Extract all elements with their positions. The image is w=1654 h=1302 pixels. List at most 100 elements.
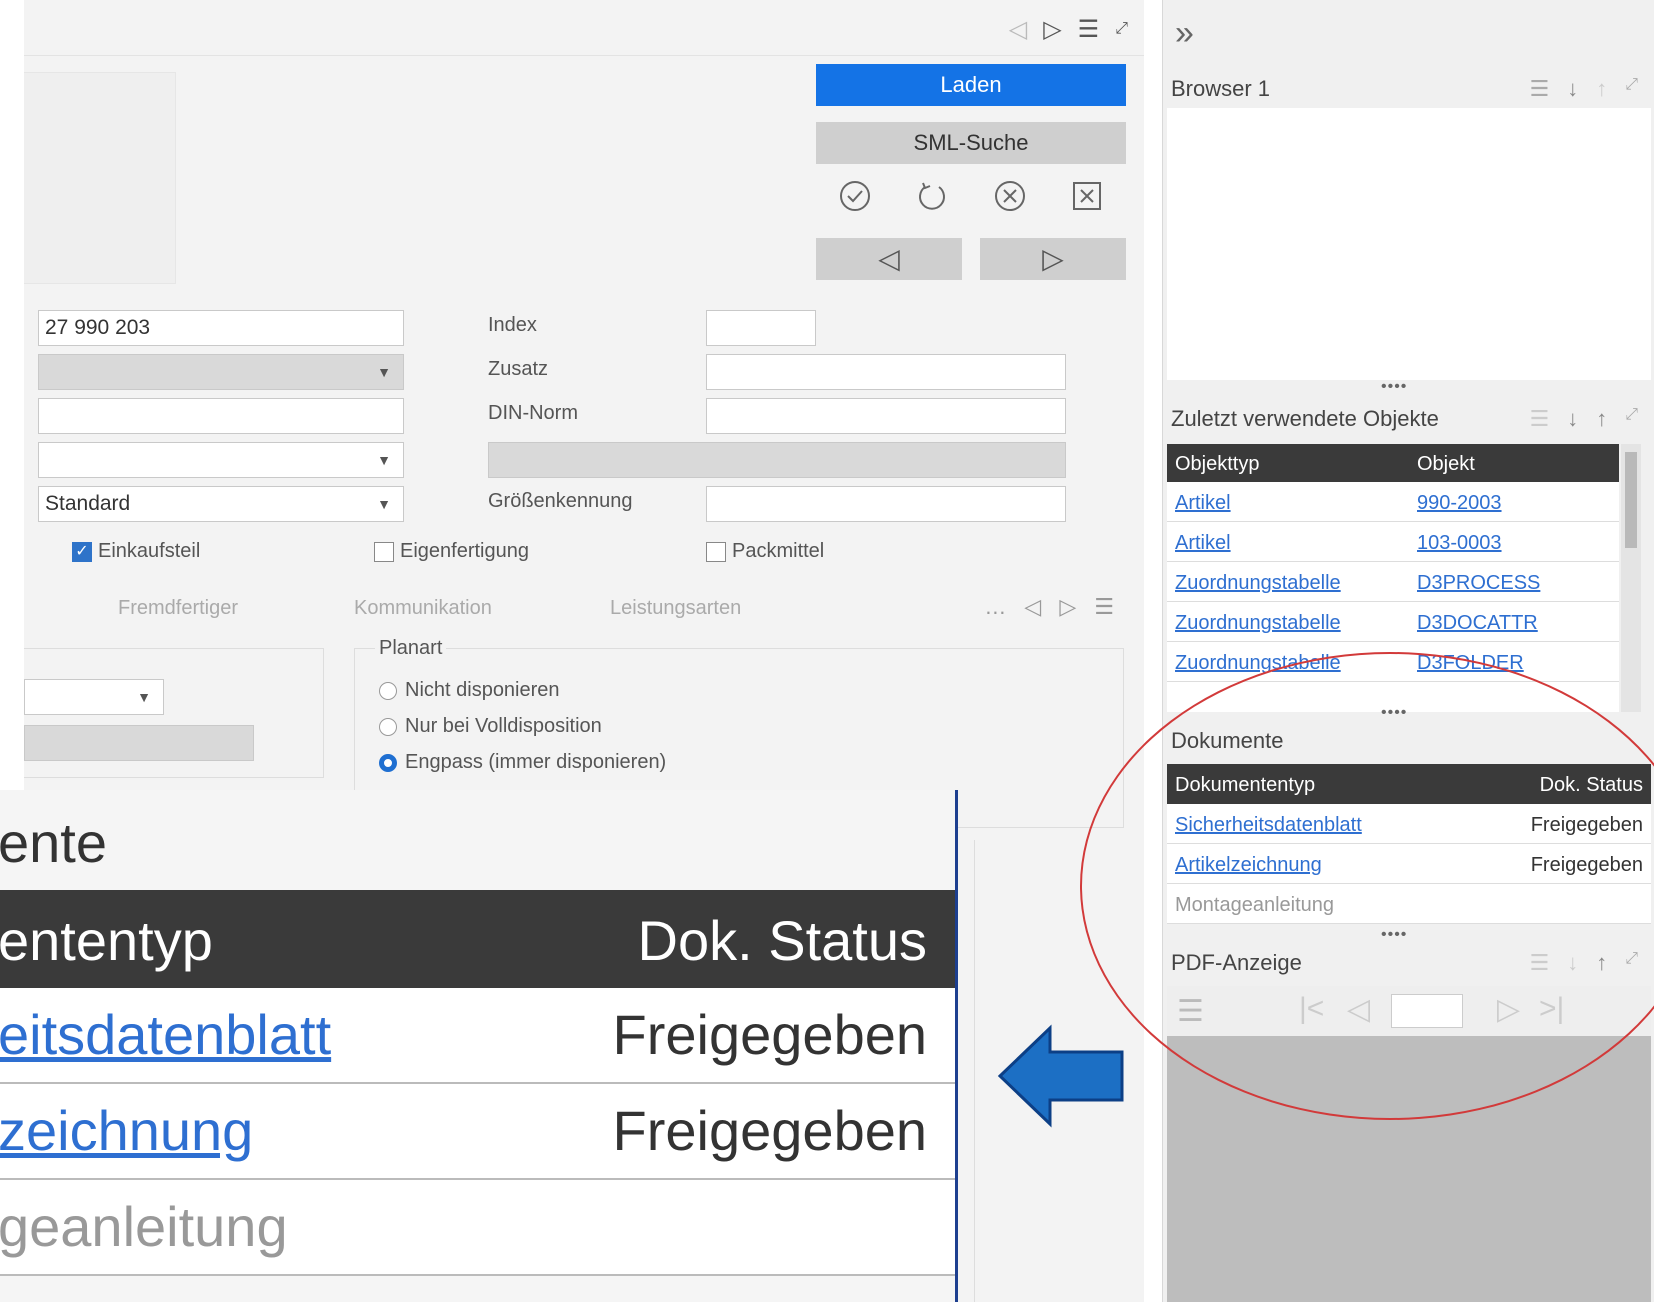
dropdown-caret-icon: ▼ (377, 364, 391, 380)
more-icon[interactable]: … (984, 594, 1006, 620)
zoom-header-row: ententyp Dok. Status (0, 890, 955, 988)
close-icon[interactable] (1070, 179, 1104, 221)
checkbox-unchecked-icon (374, 541, 394, 562)
recent-row-object[interactable]: D3DOCATTR (1417, 612, 1538, 635)
arrow-down-icon[interactable]: ↓ (1567, 76, 1578, 102)
article-number-value: 27 990 203 (45, 316, 151, 339)
previous-record-button[interactable]: ◁ (816, 238, 962, 280)
recent-row-type[interactable]: Artikel (1175, 532, 1231, 555)
radio-nicht-disponieren[interactable]: Nicht disponieren (379, 679, 560, 702)
recent-row-object[interactable]: D3PROCESS (1417, 572, 1540, 595)
packmittel-label: Packmittel (732, 540, 825, 562)
expand-icon[interactable]: ⤢ (1115, 20, 1128, 38)
zoom-row-type: geanleitung (0, 1195, 288, 1258)
tab-menu-icon[interactable]: ☰ (1094, 594, 1114, 620)
radio-label: Nur bei Volldisposition (405, 715, 602, 737)
recent-row-type[interactable]: Artikel (1175, 492, 1231, 515)
din-norm-label: DIN-Norm (488, 402, 578, 424)
confirm-icon[interactable] (838, 179, 872, 221)
column-header-objekttyp[interactable]: Objekttyp (1175, 453, 1259, 476)
zoom-row: eitsdatenblatt Freigegeben (0, 988, 955, 1084)
tab-leistungsarten[interactable]: Leistungsarten (610, 597, 741, 620)
pointer-arrow-icon (997, 1024, 1124, 1128)
menu-icon[interactable]: ☰ (1078, 15, 1100, 44)
main-toolbar-icons: ◁ ▷ ☰ ⤢ (1009, 14, 1128, 44)
record-action-toolbar (816, 176, 1126, 224)
radio-engpass[interactable]: Engpass (immer disponieren) (379, 751, 666, 774)
menu-icon[interactable]: ☰ (1529, 76, 1549, 102)
expand-icon[interactable]: ⤢ (1625, 406, 1638, 432)
nav-left-icon[interactable]: ◁ (1009, 15, 1027, 44)
splitter-handle[interactable]: •••• (1381, 378, 1407, 396)
zoom-row-type: eitsdatenblatt (0, 1003, 332, 1066)
standard-select[interactable]: Standard ▼ (38, 486, 404, 522)
description-field[interactable] (38, 398, 404, 434)
sml-search-button[interactable]: SML-Suche (816, 122, 1126, 164)
browser-panel-title: Browser 1 (1171, 76, 1271, 101)
groessenkennung-field[interactable] (706, 486, 1066, 522)
cancel-icon[interactable] (993, 179, 1027, 221)
recent-row-object[interactable]: 990-2003 (1417, 492, 1502, 515)
zusatz-label: Zusatz (488, 358, 549, 380)
nav-right-icon[interactable]: ▷ (1043, 15, 1061, 44)
recent-objects-icons: ☰ ↓ ↑ ⤢ (1529, 406, 1638, 432)
triangle-left-icon: ◁ (878, 243, 900, 274)
article-number-field[interactable]: 27 990 203 (38, 310, 404, 346)
load-button[interactable]: Laden (816, 64, 1126, 106)
article-image-area (24, 72, 176, 284)
tab-fremdfertiger[interactable]: Fremdfertiger (118, 597, 238, 620)
triangle-right-icon: ▷ (1042, 243, 1064, 274)
recent-objects-scrollbar[interactable] (1621, 444, 1641, 712)
radio-nur-volldisposition[interactable]: Nur bei Volldisposition (379, 715, 602, 738)
packmittel-checkbox[interactable]: Packmittel (706, 540, 824, 563)
collapse-sidebar-icon[interactable]: » (1175, 14, 1194, 53)
main-toolbar: ◁ ▷ ☰ ⤢ (24, 0, 1144, 56)
scrollbar-thumb[interactable] (1625, 452, 1637, 548)
recent-row[interactable]: Zuordnungstabelle D3PROCESS (1167, 562, 1619, 602)
eigenfertigung-label: Eigenfertigung (400, 540, 529, 562)
recent-row-type[interactable]: Zuordnungstabelle (1175, 612, 1341, 635)
radio-off-icon (379, 717, 397, 736)
disposition-select[interactable]: ▼ (24, 679, 164, 715)
zusatz-field[interactable] (706, 354, 1066, 390)
recent-row-type[interactable]: Zuordnungstabelle (1175, 572, 1341, 595)
recent-objects-header: Objekttyp Objekt (1167, 444, 1619, 482)
recent-objects-title: Zuletzt verwendete Objekte (1171, 406, 1439, 431)
zoom-overlay: ente ententyp Dok. Status eitsdatenblatt… (0, 790, 958, 1302)
standard-select-value: Standard (45, 492, 131, 515)
refresh-icon[interactable] (915, 179, 949, 221)
recent-row[interactable]: Artikel 990-2003 (1167, 482, 1619, 522)
arrow-up-icon[interactable]: ↑ (1596, 76, 1607, 102)
recent-row-object[interactable]: 103-0003 (1417, 532, 1502, 555)
browser-panel-icons: ☰ ↓ ↑ ⤢ (1529, 76, 1638, 102)
einkaufsteil-checkbox[interactable]: ✓ Einkaufsteil (72, 540, 200, 563)
zoom-row-type: zeichnung (0, 1099, 254, 1162)
radio-label: Nicht disponieren (405, 679, 560, 701)
menu-icon[interactable]: ☰ (1529, 406, 1549, 432)
tab-nav-icons: … ◁ ▷ ☰ (984, 594, 1114, 620)
zoom-header-status: Dok. Status (637, 909, 927, 972)
arrow-down-icon[interactable]: ↓ (1567, 406, 1578, 432)
arrow-up-icon[interactable]: ↑ (1596, 406, 1607, 432)
expand-icon[interactable]: ⤢ (1625, 76, 1638, 102)
browser-panel-body (1167, 108, 1651, 380)
din-norm-field[interactable] (706, 398, 1066, 434)
column-header-objekt[interactable]: Objekt (1417, 453, 1475, 476)
einkaufsteil-label: Einkaufsteil (98, 540, 201, 562)
tab-kommunikation[interactable]: Kommunikation (354, 597, 492, 620)
radio-off-icon (379, 681, 397, 700)
zoom-row-status: Freigegeben (612, 1099, 927, 1162)
tab-left-icon[interactable]: ◁ (1024, 594, 1041, 620)
recent-row[interactable]: Artikel 103-0003 (1167, 522, 1619, 562)
tab-right-icon[interactable]: ▷ (1059, 594, 1076, 620)
dropdown-caret-icon: ▼ (377, 452, 391, 468)
category-select[interactable]: ▼ (38, 354, 404, 390)
groessenkennung-label: Größenkennung (488, 490, 633, 512)
index-field[interactable] (706, 310, 816, 346)
type-select[interactable]: ▼ (38, 442, 404, 478)
recent-row[interactable]: Zuordnungstabelle D3DOCATTR (1167, 602, 1619, 642)
next-record-button[interactable]: ▷ (980, 238, 1126, 280)
eigenfertigung-checkbox[interactable]: Eigenfertigung (374, 540, 529, 563)
dropdown-caret-icon: ▼ (377, 496, 391, 512)
radio-on-icon (379, 753, 397, 772)
